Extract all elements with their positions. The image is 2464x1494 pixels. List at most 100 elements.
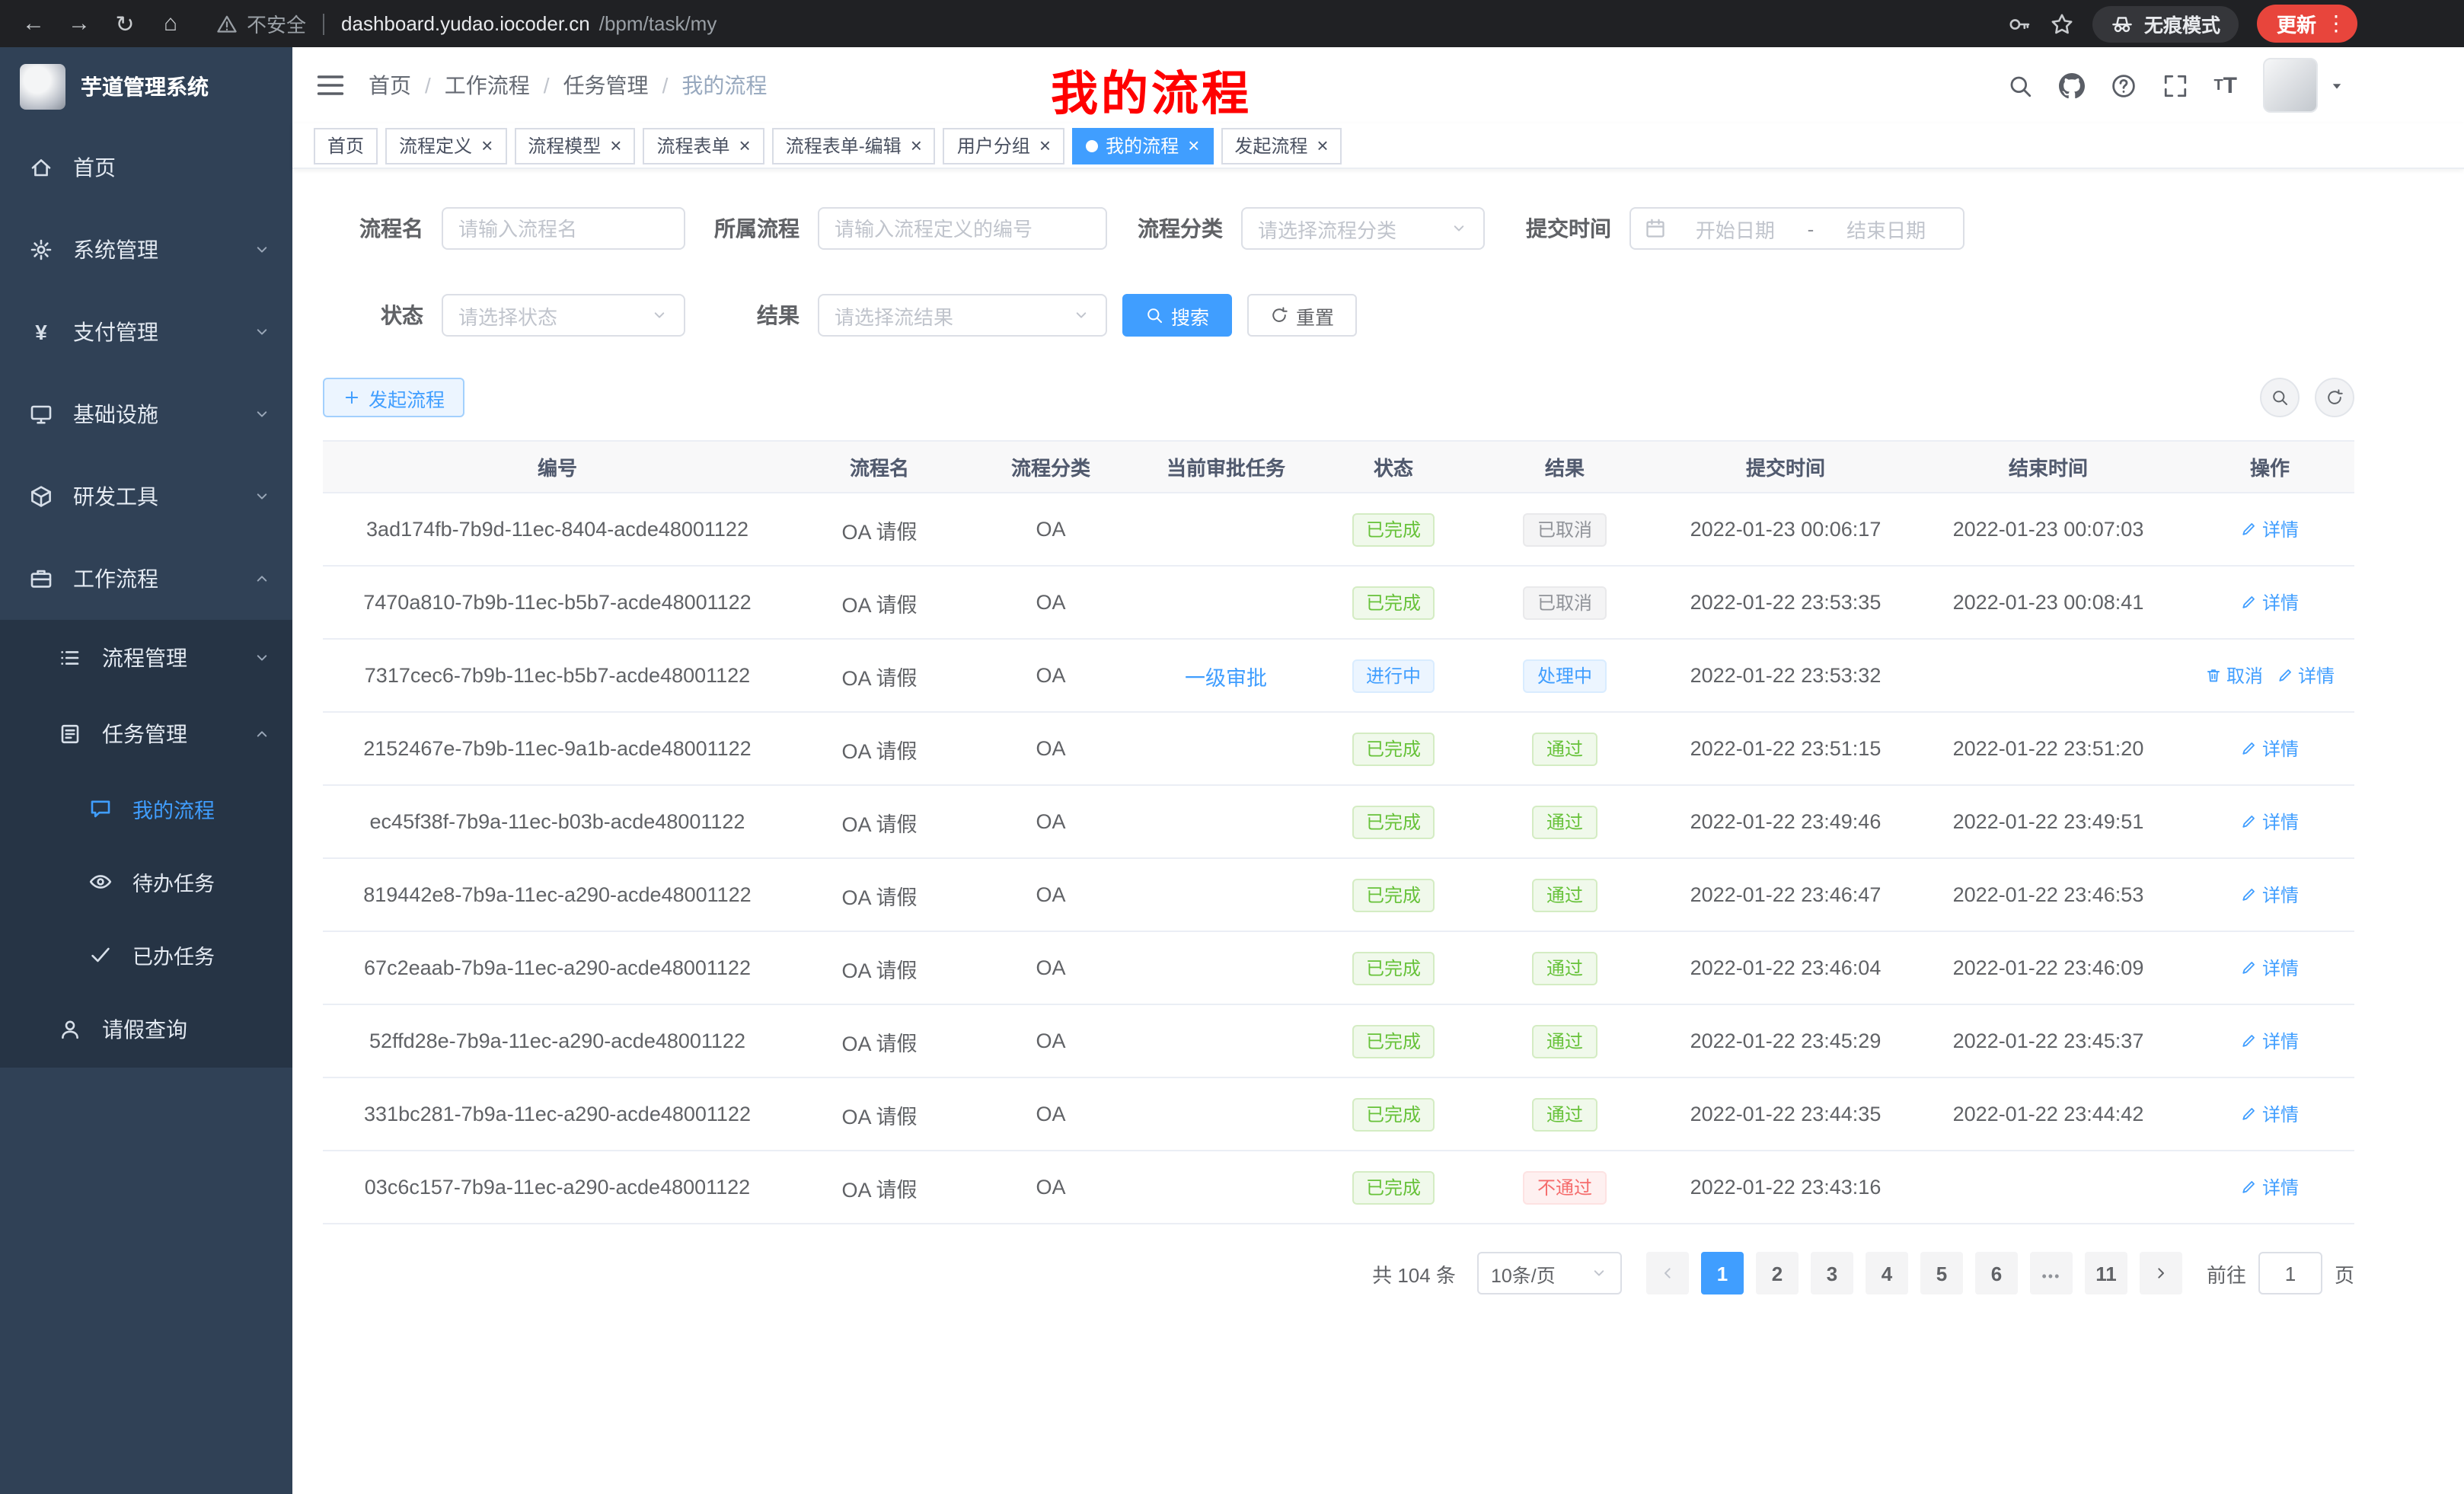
sidebar-item-devtools[interactable]: 研发工具 <box>0 455 292 538</box>
pager-more-button[interactable]: ••• <box>2030 1252 2073 1294</box>
show-search-button[interactable] <box>2260 378 2300 417</box>
sidebar-item-label: 我的流程 <box>132 793 271 824</box>
tab-my-process[interactable]: 我的流程× <box>1072 127 1213 164</box>
detail-button[interactable]: 详情 <box>2277 662 2335 688</box>
category-select[interactable]: 请选择流程分类 <box>1241 207 1485 250</box>
app-title: 芋道管理系统 <box>81 72 209 102</box>
close-icon[interactable]: × <box>739 136 751 155</box>
close-icon[interactable]: × <box>610 136 621 155</box>
refresh-table-button[interactable] <box>2315 378 2354 417</box>
header-search-button[interactable] <box>2006 72 2032 98</box>
next-page-button[interactable] <box>2140 1252 2182 1294</box>
sidebar-item-my-process[interactable]: 我的流程 <box>0 772 292 845</box>
tab-start-process[interactable]: 发起流程× <box>1221 127 1342 164</box>
sidebar-item-leave-query[interactable]: 请假查询 <box>0 991 292 1068</box>
prev-page-button[interactable] <box>1646 1252 1689 1294</box>
detail-button[interactable]: 详情 <box>2241 1028 2299 1054</box>
reset-button[interactable]: 重置 <box>1247 294 1357 337</box>
filter-row-1: 流程名 所属流程 流程分类 请选择流程分类 <box>323 207 2354 250</box>
sidebar-item-infrastructure[interactable]: 基础设施 <box>0 373 292 455</box>
page-button-1[interactable]: 1 <box>1701 1252 1744 1294</box>
goto-page-input[interactable] <box>2258 1252 2322 1294</box>
browser-forward-button[interactable]: → <box>61 5 97 42</box>
browser-reload-button[interactable]: ↻ <box>107 5 143 42</box>
table-header: 编号流程名流程分类当前审批任务状态结果提交时间结束时间操作 <box>323 442 2354 493</box>
hamburger-button[interactable] <box>314 69 347 102</box>
browser-update-button[interactable]: 更新 ⋮ <box>2257 5 2357 43</box>
tab-user-group[interactable]: 用户分组× <box>943 127 1064 164</box>
font-size-button[interactable]: TT <box>2213 72 2237 98</box>
page-button-3[interactable]: 3 <box>1811 1252 1853 1294</box>
page-button-5[interactable]: 5 <box>1920 1252 1963 1294</box>
cell-process-name: OA 请假 <box>792 932 967 1004</box>
breadcrumb-item[interactable]: 首页 <box>369 70 411 101</box>
incognito-badge[interactable]: 无痕模式 <box>2092 5 2239 42</box>
close-icon[interactable]: × <box>481 136 493 155</box>
close-icon[interactable]: × <box>911 136 922 155</box>
user-avatar-menu[interactable] <box>2263 58 2345 113</box>
close-icon[interactable]: × <box>1039 136 1051 155</box>
github-button[interactable] <box>2058 72 2084 98</box>
tab-process-definition[interactable]: 流程定义× <box>385 127 506 164</box>
page-button-4[interactable]: 4 <box>1866 1252 1908 1294</box>
detail-button[interactable]: 详情 <box>2241 1174 2299 1200</box>
submit-time-range-picker[interactable]: 开始日期 - 结束日期 <box>1629 207 1964 250</box>
help-button[interactable] <box>2110 72 2136 98</box>
browser-menu-icon[interactable]: ⋮ <box>2325 11 2347 37</box>
detail-button[interactable]: 详情 <box>2241 809 2299 835</box>
detail-button[interactable]: 详情 <box>2241 589 2299 615</box>
sidebar-item-process-mgmt[interactable]: 流程管理 <box>0 620 292 696</box>
current-task-link[interactable]: 一级审批 <box>1185 660 1267 691</box>
app-logo[interactable]: 芋道管理系统 <box>0 47 292 126</box>
search-button[interactable]: 搜索 <box>1122 294 1232 337</box>
process-def-field: 所属流程 <box>685 207 1107 250</box>
detail-button[interactable]: 详情 <box>2241 955 2299 981</box>
sidebar-item-task-mgmt[interactable]: 任务管理 <box>0 696 292 772</box>
address-bar[interactable]: 不安全 dashboard.yudao.iocoder.cn/bpm/task/… <box>216 9 717 38</box>
detail-button[interactable]: 详情 <box>2241 736 2299 761</box>
logo-image <box>20 64 65 110</box>
close-icon[interactable]: × <box>1188 136 1199 155</box>
bookmark-star-icon[interactable] <box>2050 11 2074 36</box>
detail-button[interactable]: 详情 <box>2241 516 2299 542</box>
tab-home[interactable]: 首页 <box>314 127 378 164</box>
workflow-submenu: 流程管理任务管理我的流程待办任务已办任务请假查询 <box>0 620 292 1068</box>
process-name-input[interactable] <box>442 207 685 250</box>
breadcrumb-item[interactable]: 工作流程 <box>445 70 530 101</box>
action-label: 详情 <box>2298 662 2335 688</box>
create-process-button[interactable]: 发起流程 <box>323 378 464 417</box>
page-size-select[interactable]: 10条/页 <box>1477 1252 1622 1294</box>
process-def-input[interactable] <box>818 207 1107 250</box>
browser-back-button[interactable]: ← <box>15 5 52 42</box>
password-key-icon[interactable] <box>2007 11 2032 36</box>
cell-category: OA <box>967 859 1135 931</box>
detail-button[interactable]: 详情 <box>2241 1101 2299 1127</box>
tab-process-form-edit[interactable]: 流程表单-编辑× <box>772 127 936 164</box>
sidebar-item-todo-task[interactable]: 待办任务 <box>0 845 292 918</box>
submit-time-field: 提交时间 开始日期 - 结束日期 <box>1485 207 1964 250</box>
cell-end-time: 2022-01-22 23:51:20 <box>1911 713 2185 784</box>
sidebar-item-system[interactable]: 系统管理 <box>0 209 292 291</box>
page-button-2[interactable]: 2 <box>1756 1252 1799 1294</box>
sidebar-item-done-task[interactable]: 已办任务 <box>0 918 292 991</box>
breadcrumb-item[interactable]: 任务管理 <box>563 70 649 101</box>
tab-process-form[interactable]: 流程表单× <box>643 127 764 164</box>
table-body: 3ad174fb-7b9d-11ec-8404-acde48001122OA 请… <box>323 493 2354 1224</box>
cell-category: OA <box>967 567 1135 638</box>
result-select[interactable]: 请选择流结果 <box>818 294 1107 337</box>
cancel-button[interactable]: 取消 <box>2205 662 2263 688</box>
monitor-icon <box>29 402 53 426</box>
status-select[interactable]: 请选择状态 <box>442 294 685 337</box>
detail-button[interactable]: 详情 <box>2241 882 2299 908</box>
sidebar-item-home[interactable]: 首页 <box>0 126 292 209</box>
fullscreen-button[interactable] <box>2162 72 2188 98</box>
tab-process-model[interactable]: 流程模型× <box>514 127 635 164</box>
browser-home-button[interactable]: ⌂ <box>152 5 189 42</box>
cell-process-name: OA 请假 <box>792 859 967 931</box>
page-button-6[interactable]: 6 <box>1975 1252 2018 1294</box>
page-button-11[interactable]: 11 <box>2085 1252 2127 1294</box>
category-field: 流程分类 请选择流程分类 <box>1107 207 1485 250</box>
close-icon[interactable]: × <box>1317 136 1328 155</box>
sidebar-item-workflow[interactable]: 工作流程 <box>0 538 292 620</box>
sidebar-item-payment[interactable]: ¥支付管理 <box>0 291 292 373</box>
